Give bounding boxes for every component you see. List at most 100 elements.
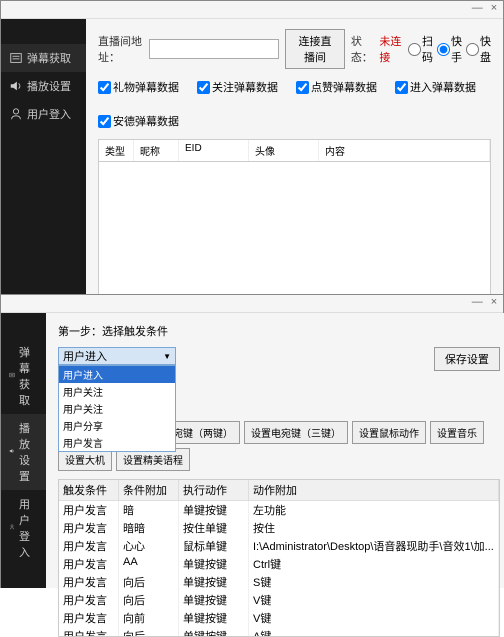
btn-music[interactable]: 设置音乐 [430, 421, 484, 444]
table-cell: Ctrl键 [249, 555, 499, 573]
sidebar-item-danmu[interactable]: 弹幕获取 [1, 44, 86, 72]
btn-combo3[interactable]: 设置电宛键（三键） [244, 421, 348, 444]
user-icon [9, 521, 15, 535]
list-icon [9, 51, 23, 65]
minimize-button[interactable]: — [470, 2, 484, 14]
radio-kuaipan[interactable]: 快盘 [466, 33, 491, 65]
table-row[interactable]: 用户发言向后单键按键A键 [59, 627, 499, 637]
table-cell: 心心 [119, 537, 179, 555]
table-cell: 单键按键 [179, 501, 249, 519]
col-avatar: 头像 [249, 140, 319, 161]
table-cell: 向前 [119, 609, 179, 627]
chevron-down-icon: ▼ [163, 352, 171, 361]
table-row[interactable]: 用户发言向后单键按键S键 [59, 573, 499, 591]
option-speak[interactable]: 用户发言 [59, 434, 175, 451]
table-cell: 单键按键 [179, 591, 249, 609]
sidebar-item-label: 弹幕获取 [19, 344, 38, 408]
table-cell: 用户发言 [59, 501, 119, 519]
rules-grid[interactable]: 触发条件 条件附加 执行动作 动作附加 用户发言暗单键按键左功能用户发言暗暗按住… [58, 479, 500, 637]
select-dropdown: 用户进入 用户关注 用户关注 用户分享 用户发言 [58, 365, 176, 452]
sidebar-item-play[interactable]: 播放设置 [1, 414, 46, 490]
titlebar-top: — × [1, 1, 503, 19]
col-nick: 昵称 [134, 140, 179, 161]
table-cell: 用户发言 [59, 537, 119, 555]
sidebar-item-danmu[interactable]: 弹幕获取 [1, 338, 46, 414]
table-cell: 按住单键 [179, 519, 249, 537]
step-label: 第一步：选择触发条件 [58, 323, 500, 339]
sidebar: 弹幕获取 播放设置 用户登入 [1, 313, 46, 588]
table-cell: 暗暗 [119, 519, 179, 537]
table-cell: 用户发言 [59, 627, 119, 637]
table-row[interactable]: 用户发言暗暗按住单键按住 [59, 519, 499, 537]
table-cell: 单键按键 [179, 609, 249, 627]
table-row[interactable]: 用户发言暗单键按键左功能 [59, 501, 499, 519]
table-cell: V键 [249, 591, 499, 609]
table-cell: AA [119, 555, 179, 573]
table-cell: 向后 [119, 627, 179, 637]
col-content: 内容 [319, 140, 490, 161]
titlebar-bottom: — × [1, 295, 503, 313]
option-follow[interactable]: 用户关注 [59, 383, 175, 400]
option-enter[interactable]: 用户进入 [59, 366, 175, 383]
check-enter[interactable]: 进入弹幕数据 [395, 79, 476, 95]
room-input[interactable] [149, 39, 279, 59]
table-cell: I:\Administrator\Desktop\语音器现助手\音效1\加... [249, 537, 499, 555]
check-like[interactable]: 点赞弹幕数据 [296, 79, 377, 95]
speaker-icon [9, 79, 23, 93]
table-row[interactable]: 用户发言向前单键按键V键 [59, 609, 499, 627]
sidebar: 弹幕获取 播放设置 用户登入 [1, 19, 86, 294]
user-icon [9, 107, 23, 121]
table-row[interactable]: 用户发言向后单键按键V键 [59, 591, 499, 609]
table-cell: 用户发言 [59, 573, 119, 591]
table-cell: 按住 [249, 519, 499, 537]
trigger-select[interactable]: 用户进入 ▼ 用户进入 用户关注 用户关注 用户分享 用户发言 [58, 347, 176, 365]
table-cell: 用户发言 [59, 519, 119, 537]
sidebar-item-label: 播放设置 [19, 420, 38, 484]
minimize-button[interactable]: — [470, 296, 484, 308]
table-cell: 用户发言 [59, 609, 119, 627]
radio-kuaishou[interactable]: 快手 [437, 33, 462, 65]
table-row[interactable]: 用户发言AA单键按键Ctrl键 [59, 555, 499, 573]
speaker-icon [9, 445, 15, 459]
sidebar-item-label: 弹幕获取 [27, 50, 71, 66]
radio-scan[interactable]: 扫码 [408, 33, 433, 65]
check-gift[interactable]: 礼物弹幕数据 [98, 79, 179, 95]
btn-mouse[interactable]: 设置鼠标动作 [352, 421, 426, 444]
table-cell: 暗 [119, 501, 179, 519]
gcol-action: 执行动作 [179, 480, 249, 500]
status-value: 未连接 [379, 33, 402, 65]
close-button[interactable]: × [487, 296, 501, 308]
table-cell: 向后 [119, 591, 179, 609]
table-cell: 向后 [119, 573, 179, 591]
room-label: 直播间地址： [98, 33, 143, 65]
table-cell: 左功能 [249, 501, 499, 519]
table-cell: S键 [249, 573, 499, 591]
check-ande[interactable]: 安德弹幕数据 [98, 113, 179, 129]
status-label: 状态： [351, 33, 374, 65]
option-follow2[interactable]: 用户关注 [59, 400, 175, 417]
table-cell: V键 [249, 609, 499, 627]
select-value: 用户进入 [63, 348, 107, 364]
col-eid: EID [179, 140, 249, 161]
table-row[interactable]: 用户发言心心鼠标单键I:\Administrator\Desktop\语音器现助… [59, 537, 499, 555]
sidebar-item-label: 播放设置 [27, 78, 71, 94]
table-cell: 鼠标单键 [179, 537, 249, 555]
platform-radios: 扫码 快手 快盘 [408, 33, 491, 65]
connect-button[interactable]: 连接直播间 [285, 29, 345, 69]
sidebar-item-play[interactable]: 播放设置 [1, 72, 86, 100]
list-icon [9, 369, 15, 383]
table-cell: 用户发言 [59, 555, 119, 573]
check-follow[interactable]: 关注弹幕数据 [197, 79, 278, 95]
sidebar-item-label: 用户登入 [27, 106, 71, 122]
table-cell: 单键按键 [179, 573, 249, 591]
table-cell: A键 [249, 627, 499, 637]
table-header: 类型 昵称 EID 头像 内容 [98, 139, 491, 162]
save-button[interactable]: 保存设置 [434, 347, 500, 371]
gcol-extra: 动作附加 [249, 480, 499, 500]
sidebar-item-login[interactable]: 用户登入 [1, 100, 86, 128]
table-cell: 单键按键 [179, 555, 249, 573]
sidebar-item-login[interactable]: 用户登入 [1, 490, 46, 566]
option-share[interactable]: 用户分享 [59, 417, 175, 434]
close-button[interactable]: × [487, 2, 501, 14]
table-cell: 用户发言 [59, 591, 119, 609]
